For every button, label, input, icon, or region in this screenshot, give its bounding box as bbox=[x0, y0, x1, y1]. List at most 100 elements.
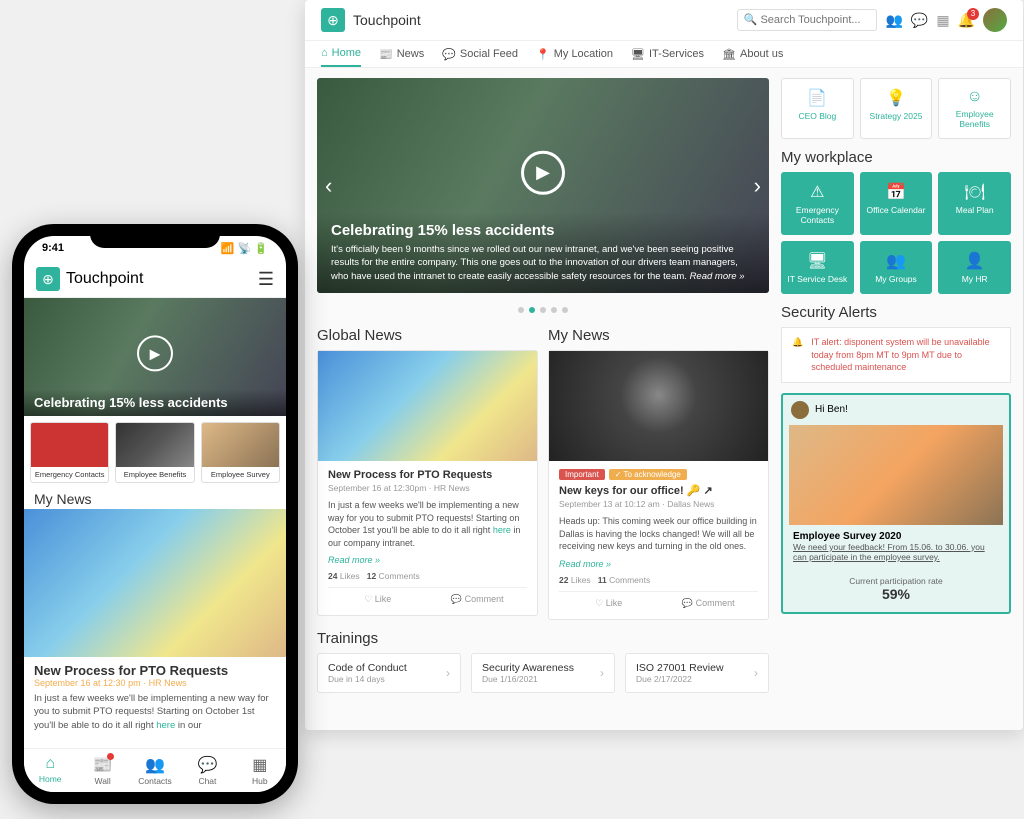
phone-tile-benefits[interactable]: Employee Benefits bbox=[115, 422, 194, 483]
tab-home[interactable]: ⌂Home bbox=[24, 755, 76, 786]
bell-icon: 🔔 bbox=[792, 336, 803, 374]
my-news-card[interactable]: Important ✓ To acknowledge New keys for … bbox=[548, 350, 769, 620]
body: ‹ › ▶ Celebrating 15% less accidents It'… bbox=[305, 68, 1023, 730]
monitor-icon: 🖥 bbox=[786, 251, 849, 271]
tile-img bbox=[202, 423, 279, 467]
building-icon: 🏛 bbox=[722, 48, 736, 61]
tile-meal-plan[interactable]: 🍽Meal Plan bbox=[938, 172, 1011, 235]
play-icon[interactable]: ▶ bbox=[137, 335, 173, 371]
inline-link[interactable]: here bbox=[493, 525, 511, 535]
acknowledge-badge[interactable]: ✓ To acknowledge bbox=[609, 469, 687, 480]
phone-tiles: Emergency Contacts Employee Benefits Emp… bbox=[24, 416, 286, 489]
survey-widget[interactable]: Hi Ben! Employee Survey 2020 We need you… bbox=[781, 393, 1011, 614]
training-card[interactable]: ISO 27001 ReviewDue 2/17/2022› bbox=[625, 653, 769, 693]
security-section: Security Alerts 🔔 IT alert: disponent sy… bbox=[781, 304, 1011, 383]
tile-img bbox=[116, 423, 193, 467]
phone-news-meta: September 16 at 12:30 pm · HR News bbox=[34, 678, 276, 688]
training-card[interactable]: Security AwarenessDue 1/16/2021› bbox=[471, 653, 615, 693]
carousel-next-icon[interactable]: › bbox=[746, 165, 769, 207]
play-icon[interactable]: ▶ bbox=[521, 150, 565, 194]
comment-button[interactable]: 💬 Comment bbox=[659, 598, 759, 609]
tile-ceo-blog[interactable]: 📄CEO Blog bbox=[781, 78, 854, 139]
chevron-right-icon: › bbox=[600, 666, 604, 680]
survey-image bbox=[789, 425, 1003, 525]
meal-icon: 🍽 bbox=[943, 182, 1006, 202]
tile-my-hr[interactable]: 👤My HR bbox=[938, 241, 1011, 294]
dot[interactable] bbox=[562, 307, 568, 313]
global-news-card[interactable]: New Process for PTO Requests September 1… bbox=[317, 350, 538, 616]
tile-emergency-contacts[interactable]: ⚠Emergency Contacts bbox=[781, 172, 854, 235]
nav-it-services[interactable]: 🖥IT-Services bbox=[631, 47, 704, 67]
nav-home[interactable]: ⌂Home bbox=[321, 47, 361, 67]
phone-tile-survey[interactable]: Employee Survey bbox=[201, 422, 280, 483]
dot[interactable] bbox=[518, 307, 524, 313]
phone-status-icons: 📶 📡 🔋 bbox=[221, 242, 268, 255]
read-more-link[interactable]: Read more » bbox=[559, 559, 758, 569]
survey-greeting: Hi Ben! bbox=[815, 404, 848, 415]
hero-read-more[interactable]: Read more » bbox=[690, 271, 745, 282]
search-icon: 🔍 bbox=[743, 13, 757, 26]
carousel-prev-icon[interactable]: ‹ bbox=[317, 165, 340, 207]
phone-tile-emergency[interactable]: Emergency Contacts bbox=[30, 422, 109, 483]
tab-contacts[interactable]: 👥Contacts bbox=[129, 755, 181, 786]
warning-icon: ⚠ bbox=[786, 182, 849, 202]
person-icon: 👤 bbox=[943, 251, 1006, 271]
tile-office-calendar[interactable]: 📅Office Calendar bbox=[860, 172, 933, 235]
contacts-icon: 👥 bbox=[129, 755, 181, 775]
security-alert[interactable]: 🔔 IT alert: disponent system will be una… bbox=[781, 327, 1011, 383]
dot[interactable] bbox=[540, 307, 546, 313]
dot[interactable] bbox=[551, 307, 557, 313]
training-card[interactable]: Code of ConductDue in 14 days› bbox=[317, 653, 461, 693]
phone-news-image[interactable] bbox=[24, 509, 286, 657]
notifications-icon[interactable]: 🔔 bbox=[958, 12, 975, 29]
phone-time: 9:41 bbox=[42, 242, 64, 255]
my-news-col: My News Important ✓ To acknowledge New k… bbox=[548, 327, 769, 620]
nav-news[interactable]: 📰News bbox=[379, 47, 424, 67]
nav-social-feed[interactable]: 💬Social Feed bbox=[442, 47, 518, 67]
dot[interactable] bbox=[529, 307, 535, 313]
survey-text: We need your feedback! From 15.06. to 30… bbox=[793, 542, 999, 562]
home-icon: ⌂ bbox=[321, 47, 328, 59]
card-meta: September 13 at 10:12 am · Dallas News bbox=[559, 499, 758, 509]
tab-chat[interactable]: 💬Chat bbox=[181, 755, 233, 786]
tile-my-groups[interactable]: 👥My Groups bbox=[860, 241, 933, 294]
tile-strategy[interactable]: 💡Strategy 2025 bbox=[860, 78, 933, 139]
nav-my-location[interactable]: 📍My Location bbox=[536, 47, 613, 67]
card-image bbox=[549, 351, 768, 461]
nav-about-us[interactable]: 🏛About us bbox=[722, 47, 783, 67]
app-logo-icon: ⊕ bbox=[321, 8, 345, 32]
menu-icon[interactable]: ☰ bbox=[258, 269, 274, 290]
card-text: Heads up: This coming week our office bu… bbox=[559, 515, 758, 553]
inline-link[interactable]: here bbox=[156, 720, 175, 731]
like-button[interactable]: ♡ Like bbox=[559, 598, 659, 609]
sidebar: 📄CEO Blog 💡Strategy 2025 ☺Employee Benef… bbox=[781, 78, 1011, 720]
phone-hero[interactable]: ▶ Celebrating 15% less accidents bbox=[24, 298, 286, 416]
hero-text: Celebrating 15% less accidents It's offi… bbox=[317, 212, 769, 293]
survey-rate: Current participation rate 59% bbox=[783, 568, 1009, 612]
header-right: 🔍 👥 💬 ▦ 🔔 bbox=[737, 8, 1007, 32]
tile-benefits[interactable]: ☺Employee Benefits bbox=[938, 78, 1011, 139]
carousel-dots bbox=[317, 303, 769, 317]
chat-icon[interactable]: 💬 bbox=[911, 12, 928, 29]
card-stats: 24 Likes 12 Comments bbox=[328, 571, 527, 581]
apps-icon[interactable]: ▦ bbox=[936, 12, 949, 29]
search-input[interactable] bbox=[737, 9, 877, 31]
card-stats: 22 Likes 11 Comments bbox=[559, 575, 758, 585]
important-badge: Important bbox=[559, 469, 605, 480]
group-icon[interactable]: 👥 bbox=[885, 12, 902, 29]
trainings-title: Trainings bbox=[317, 630, 769, 647]
card-image bbox=[318, 351, 537, 461]
hero-carousel[interactable]: ‹ › ▶ Celebrating 15% less accidents It'… bbox=[317, 78, 769, 293]
group-icon: 👥 bbox=[865, 251, 928, 271]
tab-hub[interactable]: ▦Hub bbox=[234, 755, 286, 786]
card-title: New keys for our office! 🔑 ↗ bbox=[559, 484, 758, 497]
avatar[interactable] bbox=[983, 8, 1007, 32]
tab-wall[interactable]: 📰Wall bbox=[76, 755, 128, 786]
read-more-link[interactable]: Read more » bbox=[328, 555, 527, 565]
card-meta: September 16 at 12:30pm · HR News bbox=[328, 483, 527, 493]
chevron-right-icon: › bbox=[754, 666, 758, 680]
like-button[interactable]: ♡ Like bbox=[328, 594, 428, 605]
comment-button[interactable]: 💬 Comment bbox=[428, 594, 528, 605]
expand-icon[interactable]: ↗ bbox=[704, 485, 713, 497]
tile-it-service-desk[interactable]: 🖥IT Service Desk bbox=[781, 241, 854, 294]
